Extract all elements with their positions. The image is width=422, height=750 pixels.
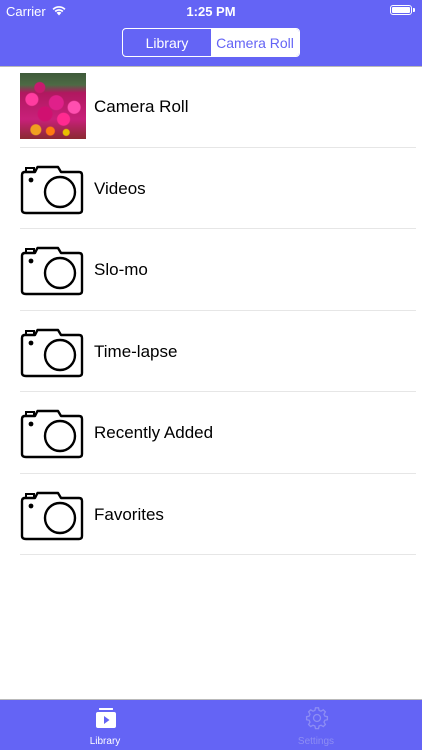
battery-fill (392, 7, 410, 13)
segment-library[interactable]: Library (123, 29, 211, 56)
tab-bar: Library Settings (0, 699, 422, 750)
album-label: Videos (94, 178, 146, 198)
library-icon (94, 706, 118, 730)
segment-camera-roll[interactable]: Camera Roll (211, 29, 299, 56)
gear-icon (305, 706, 329, 730)
camera-icon (20, 318, 86, 384)
album-row-favorites[interactable]: Favorites (0, 474, 422, 555)
album-row-recently-added[interactable]: Recently Added (0, 392, 422, 474)
album-list: Camera Roll Videos Slo-mo Time-lapse Rec… (0, 66, 422, 555)
tab-library-label: Library (89, 736, 121, 747)
camera-icon (20, 236, 86, 302)
battery-icon (390, 5, 415, 15)
status-bar: Carrier 1:25 PM (0, 0, 422, 22)
album-label: Time-lapse (94, 341, 178, 361)
tab-library[interactable]: Library (55, 700, 155, 750)
album-label: Slo-mo (94, 260, 148, 279)
album-label: Recently Added (94, 423, 214, 442)
album-label: Camera Roll (94, 97, 189, 116)
album-label: Favorites (94, 504, 164, 524)
camera-icon (20, 155, 86, 221)
camera-icon (20, 481, 86, 547)
album-row-slo-mo[interactable]: Slo-mo (0, 229, 422, 311)
tab-settings-label: Settings (297, 736, 335, 747)
album-row-camera-roll[interactable]: Camera Roll (0, 66, 422, 148)
header: Carrier 1:25 PM Library Camera Roll (0, 0, 422, 67)
camera-icon (20, 399, 86, 465)
camera-roll-thumbnail (20, 73, 86, 139)
album-row-time-lapse[interactable]: Time-lapse (0, 311, 422, 392)
album-row-videos[interactable]: Videos (0, 148, 422, 229)
status-time: 1:25 PM (186, 4, 236, 19)
row-separator (20, 554, 416, 555)
segmented-control: Library Camera Roll (122, 28, 300, 57)
tab-settings[interactable]: Settings (266, 700, 366, 750)
